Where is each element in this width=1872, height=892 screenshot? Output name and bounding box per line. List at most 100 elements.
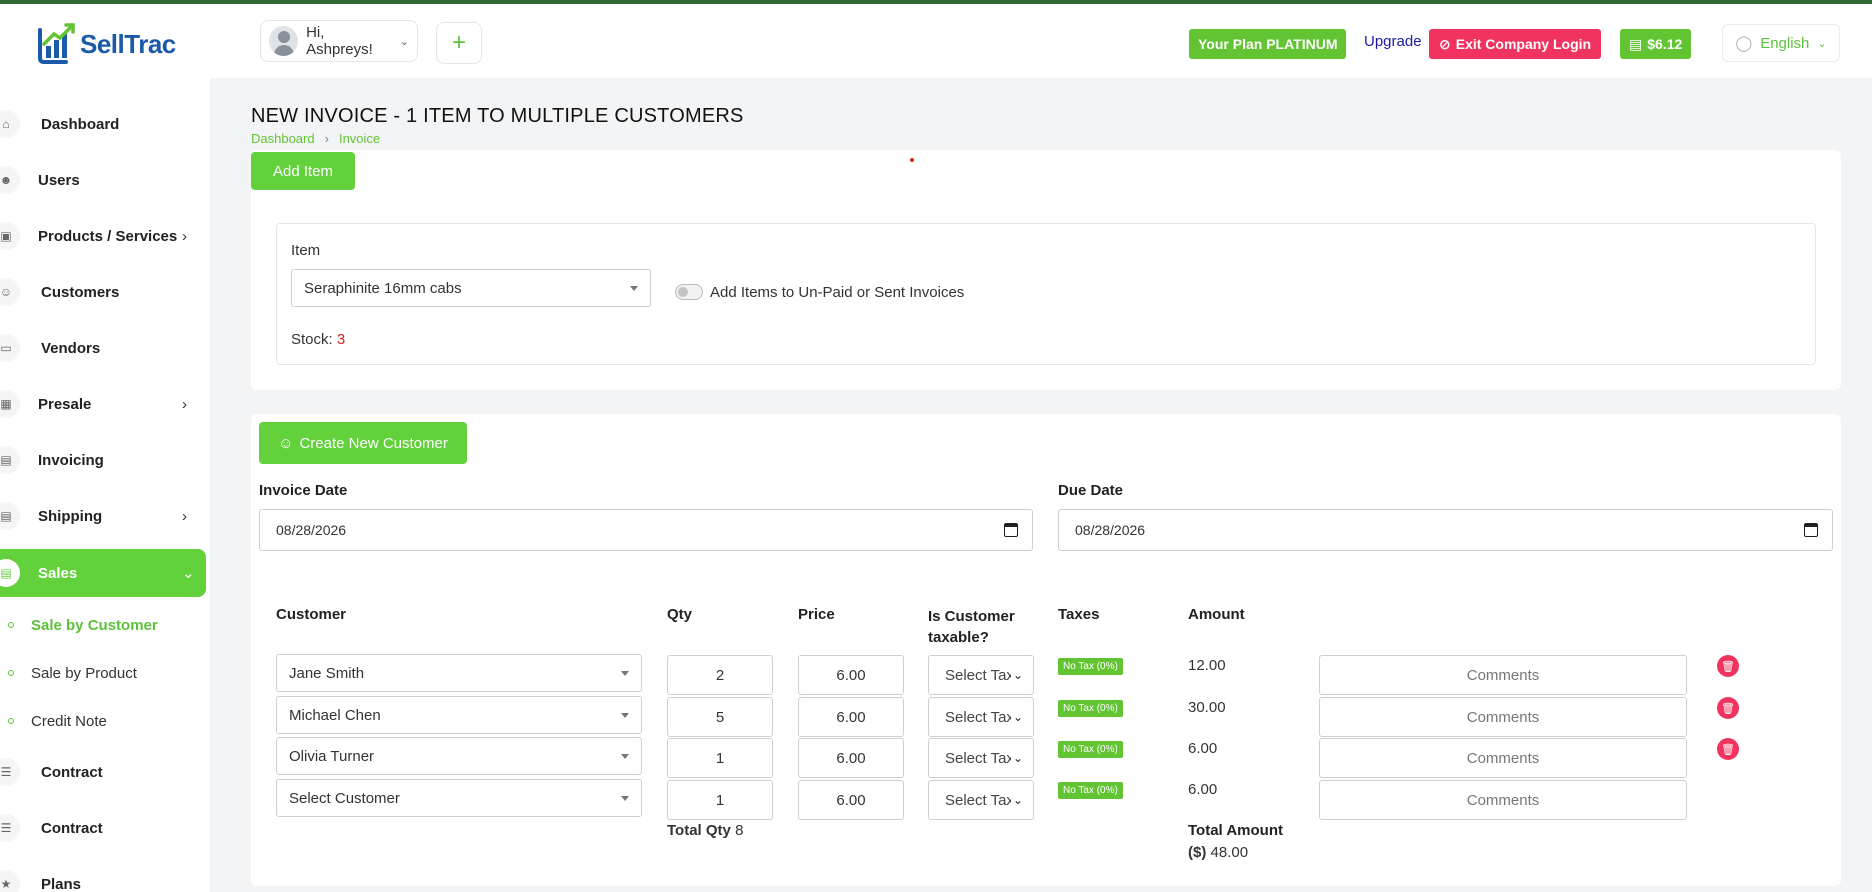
caret-down-icon	[621, 671, 629, 676]
caret-down-icon	[621, 713, 629, 718]
price-input-row-1[interactable]: 6.00	[798, 655, 904, 695]
cart-icon: ▣	[0, 222, 20, 250]
delete-row-3-button[interactable]: 🗑	[1717, 738, 1739, 760]
sidebar-item-shipping[interactable]: ▤ Shipping ›	[0, 492, 206, 540]
breadcrumb: Dashboard › Invoice	[251, 131, 380, 146]
column-header-taxes: Taxes	[1058, 606, 1100, 623]
amount-row-2: 30.00	[1188, 699, 1226, 716]
plus-icon: +	[451, 29, 466, 56]
qty-input-row-2[interactable]: 5	[667, 697, 773, 737]
chevron-down-icon: ⌄	[399, 35, 409, 48]
selltrac-logo[interactable]: SellTrac	[36, 22, 176, 66]
sidebar-item-contract[interactable]: ☰ Contract	[0, 748, 206, 796]
stock-label: Stock:	[291, 331, 333, 348]
total-qty: Total Qty 8	[667, 822, 743, 839]
comments-input-row-3[interactable]: Comments	[1319, 738, 1687, 778]
document-icon: ▤	[0, 502, 20, 530]
sidebar-item-users[interactable]: ☻ Users	[0, 156, 206, 204]
note-icon: ▭	[0, 334, 20, 362]
app-header: SellTrac Hi, Ashpreys! ⌄ + Your Plan PLA…	[0, 4, 1872, 78]
qty-input-row-1[interactable]: 2	[667, 655, 773, 695]
column-header-taxable: Is Customer taxable?	[928, 608, 1015, 646]
chevron-down-icon: ⌄	[1010, 710, 1023, 724]
stock-line: Stock: 3	[291, 331, 345, 348]
qty-input-row-4[interactable]: 1	[667, 780, 773, 820]
due-date-value: 08/28/2026	[1075, 522, 1146, 538]
chevron-down-icon: ⌄	[1010, 668, 1023, 682]
user-greeting: Hi, Ashpreys!	[306, 24, 373, 58]
delete-row-1-button[interactable]: 🗑	[1717, 655, 1739, 677]
add-item-button[interactable]: Add Item	[251, 152, 355, 190]
users-icon: ☻	[0, 166, 20, 194]
sidebar: ⌂ Dashboard ☻ Users ▣ Products / Service…	[0, 78, 210, 892]
indicator-dot	[910, 158, 914, 162]
wallet-icon: ▤	[1629, 35, 1643, 52]
quick-add-button[interactable]: +	[436, 22, 482, 64]
price-input-row-4[interactable]: 6.00	[798, 780, 904, 820]
price-input-row-2[interactable]: 6.00	[798, 697, 904, 737]
sidebar-item-presale[interactable]: ▦ Presale ›	[0, 380, 206, 428]
comments-input-row-4[interactable]: Comments	[1319, 780, 1687, 820]
calendar-icon[interactable]	[1004, 523, 1018, 537]
taxable-select-value: Select Tax	[945, 666, 1014, 684]
customer-select-row-2[interactable]: Michael Chen	[276, 696, 642, 734]
sidebar-item-customers[interactable]: ☺ Customers	[0, 268, 206, 316]
breadcrumb-invoice[interactable]: Invoice	[339, 131, 380, 146]
sidebar-item-plans[interactable]: ★ Plans	[0, 860, 206, 892]
sidebar-item-contract-2[interactable]: ☰ Contract	[0, 804, 206, 852]
item-select[interactable]: Seraphinite 16mm cabs	[291, 269, 651, 307]
ban-icon: ⊘	[1439, 35, 1451, 52]
taxable-select-value: Select Tax	[945, 708, 1014, 726]
taxable-select-row-2[interactable]: Select Tax ⌄	[928, 697, 1034, 737]
due-date-input[interactable]: 08/28/2026	[1058, 509, 1833, 551]
calendar-icon[interactable]	[1804, 523, 1818, 537]
customer-select-row-4[interactable]: Select Customer	[276, 779, 642, 817]
delete-row-2-button[interactable]: 🗑	[1717, 697, 1739, 719]
toggle-label: Add Items to Un-Paid or Sent Invoices	[710, 284, 965, 301]
comments-input-row-1[interactable]: Comments	[1319, 655, 1687, 695]
wallet-balance-badge[interactable]: ▤ $6.12	[1620, 29, 1692, 59]
breadcrumb-dashboard[interactable]: Dashboard	[251, 131, 315, 146]
qty-input-row-3[interactable]: 1	[667, 738, 773, 778]
document-icon: ▤	[0, 446, 20, 474]
taxable-select-row-4[interactable]: Select Tax ⌄	[928, 780, 1034, 820]
invoice-date-input[interactable]: 08/28/2026	[259, 509, 1033, 551]
column-header-price: Price	[798, 606, 835, 623]
comments-input-row-2[interactable]: Comments	[1319, 697, 1687, 737]
stock-value: 3	[336, 331, 346, 348]
upgrade-link[interactable]: Upgrade	[1364, 33, 1422, 50]
item-select-value: Seraphinite 16mm cabs	[304, 279, 462, 297]
sidebar-item-vendors[interactable]: ▭ Vendors	[0, 324, 206, 372]
taxable-select-row-3[interactable]: Select Tax ⌄	[928, 738, 1034, 778]
chevron-right-icon: ›	[182, 507, 187, 525]
sidebar-item-sales[interactable]: ▤ Sales ⌄	[0, 549, 206, 597]
customer-select-row-3[interactable]: Olivia Turner	[276, 737, 642, 775]
column-header-customer: Customer	[276, 606, 347, 623]
exit-company-login-button[interactable]: ⊘ Exit Company Login	[1429, 29, 1602, 59]
caret-down-icon	[630, 286, 638, 291]
create-new-customer-button[interactable]: ☺ Create New Customer	[259, 422, 467, 464]
taxable-select-row-1[interactable]: Select Tax ⌄	[928, 655, 1034, 695]
logo-text: SellTrac	[80, 28, 176, 59]
total-amount-label: Total Amount	[1188, 822, 1283, 839]
total-amount: ($) 48.00	[1188, 844, 1248, 861]
home-icon: ⌂	[0, 110, 20, 138]
sidebar-item-products-services[interactable]: ▣ Products / Services ›	[0, 212, 206, 260]
trash-icon: 🗑	[1721, 660, 1735, 673]
customer-select-value: Olivia Turner	[289, 747, 375, 765]
bank-icon: ▦	[0, 390, 20, 418]
plan-badge[interactable]: Your Plan PLATINUM	[1189, 29, 1347, 59]
taxable-select-value: Select Tax	[945, 791, 1014, 809]
bullet-icon	[8, 718, 14, 724]
chevron-down-icon: ⌄	[1817, 37, 1827, 50]
tax-badge-row-3: No Tax (0%)	[1058, 741, 1123, 758]
user-menu[interactable]: Hi, Ashpreys! ⌄	[260, 20, 418, 62]
add-to-unpaid-toggle[interactable]	[675, 284, 703, 300]
language-selector[interactable]: ◯ English ⌄	[1722, 24, 1840, 62]
customer-select-row-1[interactable]: Jane Smith	[276, 654, 642, 692]
customer-select-value: Jane Smith	[289, 664, 365, 682]
price-input-row-3[interactable]: 6.00	[798, 738, 904, 778]
sidebar-item-dashboard[interactable]: ⌂ Dashboard	[0, 100, 206, 148]
sidebar-item-invoicing[interactable]: ▤ Invoicing	[0, 436, 206, 484]
trash-icon: 🗑	[1721, 702, 1735, 715]
